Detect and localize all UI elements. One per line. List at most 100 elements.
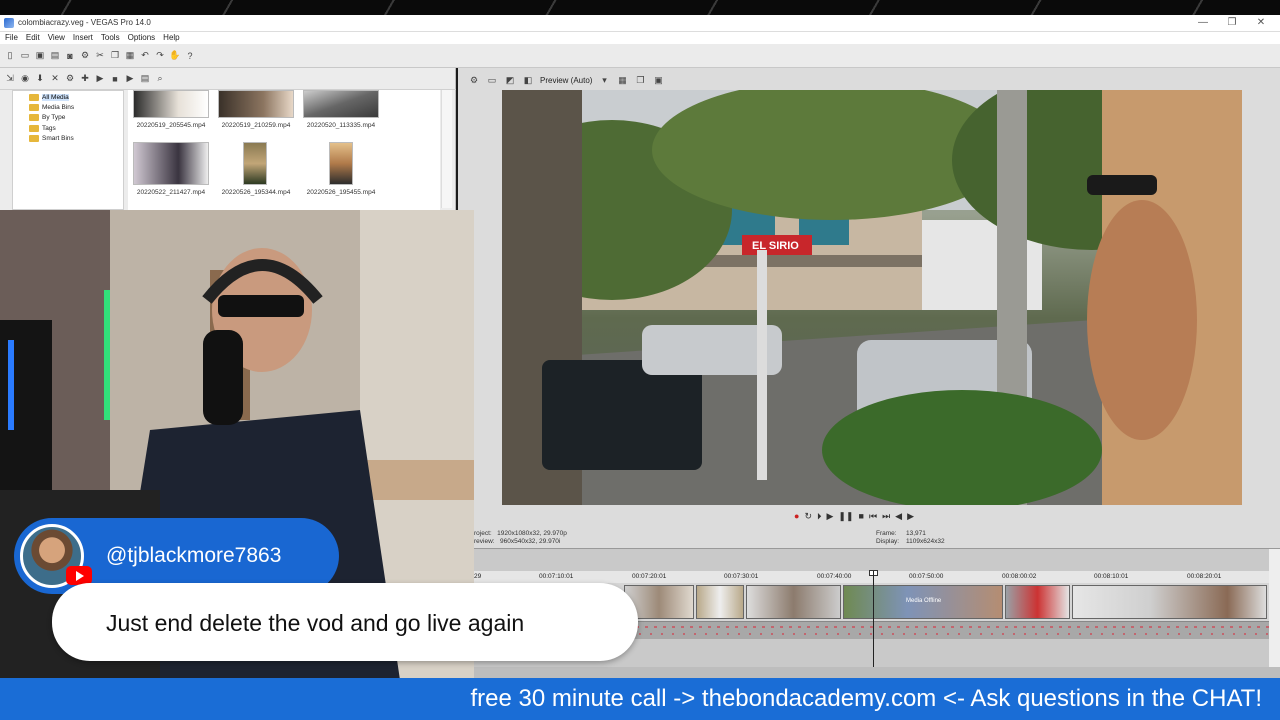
preview-properties-icon[interactable]: ⚙ <box>468 74 480 86</box>
timecode-label: 00:07:30:01 <box>724 573 759 580</box>
folder-icon <box>29 135 39 142</box>
properties-icon[interactable]: ⚙ <box>79 50 91 62</box>
go-to-end-icon[interactable]: ⏭ <box>882 511 890 522</box>
frame-value: 13,971 <box>906 530 926 537</box>
open-icon[interactable]: ▭ <box>19 50 31 62</box>
plugin-icon[interactable]: ✋ <box>169 50 181 62</box>
media-thumbnail[interactable] <box>218 90 294 118</box>
paste-icon[interactable]: ▦ <box>124 50 136 62</box>
tree-item-by-type[interactable]: By Type <box>29 114 65 121</box>
chat-username: @tjblackmore7863 <box>106 544 282 567</box>
close-button[interactable]: ✕ <box>1248 17 1274 29</box>
minimize-button[interactable]: — <box>1190 17 1216 29</box>
project-media-panel: ⇲ ◉ ⬇ ✕ ⚙ ✚ ▶ ■ ▶ ▤ ⌕ All Media Media Bi… <box>0 68 456 210</box>
media-toolbar: ⇲ ◉ ⬇ ✕ ⚙ ✚ ▶ ■ ▶ ▤ ⌕ <box>0 68 456 90</box>
media-grid: 20220519_205545.mp4 20220519_210259.mp4 … <box>128 90 440 210</box>
stop-icon[interactable]: ■ <box>859 511 864 521</box>
folder-icon <box>29 114 39 121</box>
timecode-label: 00:07:50:00 <box>909 573 944 580</box>
preview-toolbar: ⚙ ▭ ◩ ◧ Preview (Auto) ▾ ▦ ❐ ▣ <box>468 70 1278 90</box>
copy-icon[interactable]: ❐ <box>109 50 121 62</box>
new-project-icon[interactable]: ▯ <box>4 50 16 62</box>
play-from-start-icon[interactable]: ⏵ <box>817 511 822 522</box>
overlays-icon[interactable]: ▦ <box>616 74 628 86</box>
cut-icon[interactable]: ✂ <box>94 50 106 62</box>
timeline-scrollbar[interactable] <box>1269 549 1280 667</box>
promo-banner-text: free 30 minute call -> thebondacademy.co… <box>470 685 1262 712</box>
tree-item-all-media[interactable]: All Media <box>29 94 69 101</box>
menu-tools[interactable]: Tools <box>101 32 120 44</box>
video-clip[interactable] <box>1005 585 1070 619</box>
play-media-icon[interactable]: ▶ <box>94 73 106 85</box>
video-fx-icon[interactable]: ◩ <box>504 74 516 86</box>
views-icon[interactable]: ▤ <box>139 73 151 85</box>
media-thumbnail[interactable] <box>133 90 209 118</box>
menu-edit[interactable]: Edit <box>26 32 40 44</box>
menu-options[interactable]: Options <box>128 32 156 44</box>
media-scrollbar[interactable] <box>441 90 452 208</box>
copy-snapshot-icon[interactable]: ❐ <box>634 74 646 86</box>
go-to-start-icon[interactable]: ⏮ <box>869 511 877 522</box>
preview-quality-dropdown[interactable]: Preview (Auto) <box>540 76 592 85</box>
media-thumbnail[interactable] <box>303 90 379 118</box>
media-thumbnail[interactable] <box>329 142 353 185</box>
media-properties-icon[interactable]: ⚙ <box>64 73 76 85</box>
chat-message-text: Just end delete the vod and go live agai… <box>106 610 525 636</box>
media-thumbnail[interactable] <box>243 142 267 185</box>
tree-item-smart-bins[interactable]: Smart Bins <box>29 135 74 142</box>
media-thumbnail[interactable] <box>133 142 209 185</box>
main-toolbar: ▯ ▭ ▣ ▤ ◙ ⚙ ✂ ❐ ▦ ↶ ↷ ✋ ? <box>0 44 1280 68</box>
tree-item-media-bins[interactable]: Media Bins <box>29 104 74 111</box>
undo-icon[interactable]: ↶ <box>139 50 151 62</box>
record-icon[interactable]: ● <box>794 511 799 521</box>
external-monitor-icon[interactable]: ▭ <box>486 74 498 86</box>
timecode-label: 29 <box>474 573 482 580</box>
timecode-label: 00:07:20:01 <box>632 573 667 580</box>
save-snapshot-icon[interactable]: ▣ <box>652 74 664 86</box>
video-clip[interactable] <box>1072 585 1267 619</box>
media-filename: 20220526_195344.mp4 <box>221 189 291 196</box>
chat-message-bubble: Just end delete the vod and go live agai… <box>52 583 638 661</box>
import-media-icon[interactable]: ⇲ <box>4 73 16 85</box>
timecode-label: 00:08:00:02 <box>1002 573 1037 580</box>
video-clip[interactable] <box>746 585 841 619</box>
video-preview-panel: ⚙ ▭ ◩ ◧ Preview (Auto) ▾ ▦ ❐ ▣ EL SIRIO <box>458 68 1280 553</box>
get-media-icon[interactable]: ⬇ <box>34 73 46 85</box>
prev-frame-icon[interactable]: ◀ <box>895 511 902 522</box>
menu-insert[interactable]: Insert <box>73 32 93 44</box>
menu-view[interactable]: View <box>48 32 65 44</box>
display-label: Display: <box>876 538 900 545</box>
menu-help[interactable]: Help <box>163 32 179 44</box>
timecode-label: 00:07:10:01 <box>539 573 574 580</box>
save-as-icon[interactable]: ▤ <box>49 50 61 62</box>
loop-icon[interactable]: ↻ <box>804 511 812 522</box>
tree-item-tags[interactable]: Tags <box>29 125 56 132</box>
redo-icon[interactable]: ↷ <box>154 50 166 62</box>
folder-icon <box>29 94 39 101</box>
media-filename: 20220522_211427.mp4 <box>136 189 206 196</box>
render-icon[interactable]: ◙ <box>64 50 76 62</box>
pause-icon[interactable]: ❚❚ <box>838 511 853 522</box>
media-fx-icon[interactable]: ✚ <box>79 73 91 85</box>
maximize-button[interactable]: ❐ <box>1219 17 1245 29</box>
menu-file[interactable]: File <box>5 32 18 44</box>
remove-media-icon[interactable]: ✕ <box>49 73 61 85</box>
play-icon[interactable]: ▶ <box>827 511 834 522</box>
playhead-cursor[interactable] <box>873 571 874 667</box>
capture-icon[interactable]: ◉ <box>19 73 31 85</box>
media-filename: 20220526_195455.mp4 <box>306 189 376 196</box>
video-clip[interactable]: Media Offline <box>843 585 1003 619</box>
split-screen-icon[interactable]: ◧ <box>522 74 534 86</box>
video-clip[interactable] <box>696 585 744 619</box>
preview-transport: ● ↻ ⏵ ▶ ❚❚ ■ ⏮ ⏭ ◀ ▶ <box>794 509 914 523</box>
preview-video-frame: EL SIRIO <box>502 90 1242 505</box>
project-info: roject: 1920x1080x32, 29.970p <box>474 530 567 537</box>
auto-preview-icon[interactable]: ▶ <box>124 73 136 85</box>
frame-label: Frame: <box>876 530 897 537</box>
save-icon[interactable]: ▣ <box>34 50 46 62</box>
help-icon[interactable]: ? <box>184 50 196 62</box>
next-frame-icon[interactable]: ▶ <box>907 511 914 522</box>
chevron-down-icon[interactable]: ▾ <box>598 74 610 86</box>
stop-media-icon[interactable]: ■ <box>109 73 121 85</box>
search-icon[interactable]: ⌕ <box>154 73 166 85</box>
